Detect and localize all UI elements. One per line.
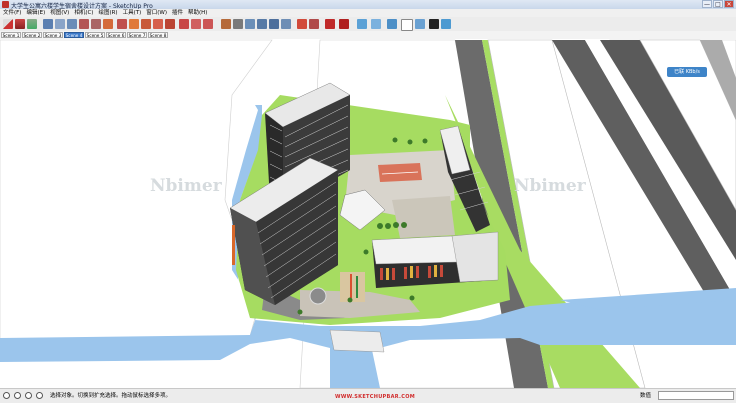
pan-icon[interactable] — [233, 19, 243, 29]
network-speed-badge[interactable]: 已联 KBb/s — [667, 67, 707, 77]
rotate-icon[interactable] — [129, 19, 139, 29]
watermark-left: Nbimer — [150, 176, 222, 196]
menu-plugins[interactable]: 插件 — [172, 9, 183, 17]
tab-scene-8[interactable]: Scene 8 — [148, 32, 168, 38]
polygon-icon[interactable] — [91, 19, 101, 29]
textured-icon[interactable] — [429, 19, 439, 29]
instructor-icon[interactable] — [36, 392, 43, 399]
minimize-button[interactable]: — — [702, 0, 712, 8]
zoom-window-icon[interactable] — [257, 19, 267, 29]
scene-tabs: Scene 1 Scene 2 Scene 3 Scene 4 Scene 5 … — [0, 31, 736, 39]
menu-bar: 文件(F) 编辑(E) 视图(V) 相机(C) 绘图(R) 工具(T) 窗口(W… — [0, 9, 736, 17]
vcb-label: 数值 — [640, 393, 652, 399]
menu-tools[interactable]: 工具(T) — [123, 9, 142, 17]
white-plot-west — [0, 39, 273, 341]
menu-window[interactable]: 窗口(W) — [146, 9, 167, 17]
menu-camera[interactable]: 相机(C) — [74, 9, 93, 17]
dimension-icon[interactable] — [191, 19, 201, 29]
site-model-render — [0, 39, 736, 388]
close-button[interactable]: ✕ — [724, 0, 734, 8]
scale-icon[interactable] — [153, 19, 163, 29]
tape-measure-icon[interactable] — [179, 19, 189, 29]
orbit-icon[interactable] — [221, 19, 231, 29]
status-bar: 选择对象。切换到扩充选择。拖动鼠标选择多项。 WWW.SKETCHUPBAR.C… — [0, 388, 736, 403]
toolbar — [0, 17, 736, 32]
wireframe-icon[interactable] — [401, 19, 413, 31]
measurements-box[interactable] — [658, 391, 734, 400]
front-view-icon[interactable] — [387, 19, 397, 29]
previous-view-icon[interactable] — [281, 19, 291, 29]
watermark-right: Nbimer — [514, 176, 586, 196]
credits-icon[interactable] — [14, 392, 21, 399]
menu-edit[interactable]: 编辑(E) — [26, 9, 45, 17]
offset-icon[interactable] — [165, 19, 175, 29]
select-icon[interactable] — [3, 19, 13, 29]
geo-location-icon[interactable] — [3, 392, 10, 399]
top-view-icon[interactable] — [371, 19, 381, 29]
watermark-url: WWW.SKETCHUPBAR.COM — [335, 394, 416, 400]
menu-view[interactable]: 视图(V) — [50, 9, 69, 17]
tab-scene-2[interactable]: Scene 2 — [22, 32, 42, 38]
tab-scene-6[interactable]: Scene 6 — [106, 32, 126, 38]
push-pull-icon[interactable] — [103, 19, 113, 29]
line-icon[interactable] — [55, 19, 65, 29]
iso-view-icon[interactable] — [357, 19, 367, 29]
arc-icon[interactable] — [67, 19, 77, 29]
section-plane-icon[interactable] — [325, 19, 335, 29]
walk-icon[interactable] — [297, 19, 307, 29]
move-icon[interactable] — [117, 19, 127, 29]
sketchup-logo-icon — [2, 1, 9, 8]
zoom-icon[interactable] — [245, 19, 255, 29]
tab-scene-3[interactable]: Scene 3 — [43, 32, 63, 38]
help-icon[interactable] — [25, 392, 32, 399]
follow-me-icon[interactable] — [141, 19, 151, 29]
tab-scene-1[interactable]: Scene 1 — [1, 32, 21, 38]
maximize-button[interactable]: □ — [713, 0, 723, 8]
window-controls: — □ ✕ — [702, 0, 734, 9]
paint-bucket-icon[interactable] — [27, 19, 37, 29]
rectangle-icon[interactable] — [43, 19, 53, 29]
tab-scene-4[interactable]: Scene 4 — [64, 32, 84, 38]
menu-help[interactable]: 帮助(H) — [188, 9, 207, 17]
eraser-icon[interactable] — [15, 19, 25, 29]
tab-scene-5[interactable]: Scene 5 — [85, 32, 105, 38]
model-viewport[interactable]: 已联 KBb/s Nbimer Nbimer — [0, 39, 736, 388]
menu-draw[interactable]: 绘图(R) — [98, 9, 117, 17]
circle-icon[interactable] — [79, 19, 89, 29]
tab-scene-7[interactable]: Scene 7 — [127, 32, 147, 38]
sandbox-icon[interactable] — [339, 19, 349, 29]
shaded-icon[interactable] — [415, 19, 425, 29]
status-message: 选择对象。切换到扩充选择。拖动鼠标选择多项。 — [50, 393, 172, 399]
zoom-extents-icon[interactable] — [269, 19, 279, 29]
menu-file[interactable]: 文件(F) — [3, 9, 21, 17]
monochrome-icon[interactable] — [441, 19, 451, 29]
look-around-icon[interactable] — [309, 19, 319, 29]
protractor-icon[interactable] — [203, 19, 213, 29]
